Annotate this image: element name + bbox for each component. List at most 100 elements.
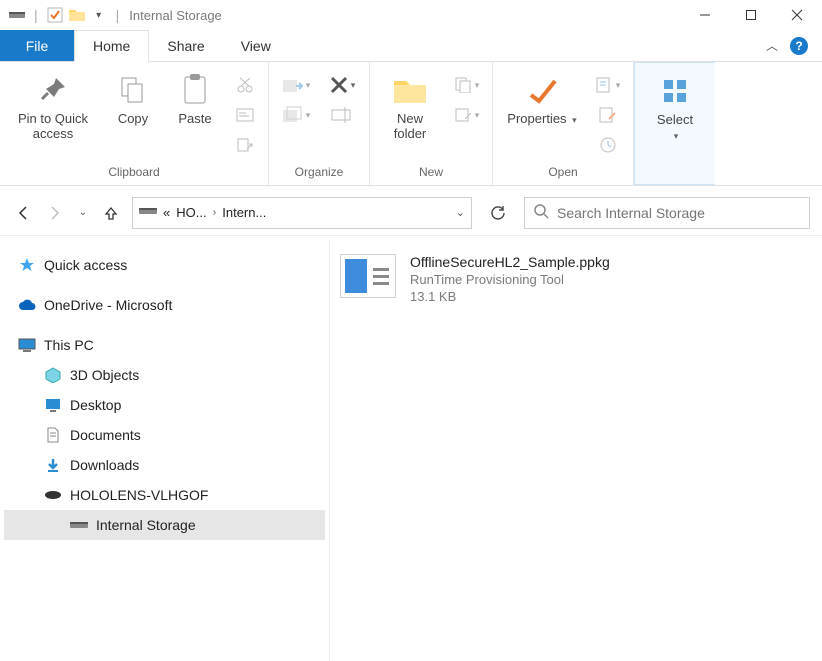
tab-file[interactable]: File: [0, 30, 74, 61]
qat-separator-2: |: [116, 7, 120, 23]
tree-documents-label: Documents: [70, 427, 141, 443]
cloud-icon: [18, 296, 36, 314]
file-type: RunTime Provisioning Tool: [410, 272, 610, 287]
tree-3d-objects[interactable]: 3D Objects: [4, 360, 325, 390]
tree-desktop[interactable]: Desktop: [4, 390, 325, 420]
edit-icon[interactable]: [593, 102, 623, 128]
cut-icon[interactable]: [232, 72, 258, 98]
copy-path-icon[interactable]: [232, 102, 258, 128]
paste-icon: [177, 72, 213, 108]
tree-internal-storage-label: Internal Storage: [96, 517, 196, 533]
file-size: 13.1 KB: [410, 289, 610, 304]
select-button[interactable]: Select▾: [645, 69, 705, 143]
navigation-tree: Quick access OneDrive - Microsoft This P…: [0, 240, 330, 661]
search-input[interactable]: [557, 205, 801, 221]
explorer-body: Quick access OneDrive - Microsoft This P…: [0, 240, 822, 661]
group-organize-label: Organize: [279, 163, 359, 183]
star-icon: [18, 256, 36, 274]
file-item[interactable]: OfflineSecureHL2_Sample.ppkg RunTime Pro…: [340, 254, 812, 304]
delete-icon[interactable]: ▾: [325, 72, 359, 98]
tree-desktop-label: Desktop: [70, 397, 121, 413]
tree-internal-storage[interactable]: Internal Storage: [4, 510, 325, 540]
search-box[interactable]: [524, 197, 810, 229]
copy-icon: [115, 72, 151, 108]
properties-button[interactable]: Properties ▾: [503, 68, 581, 127]
tab-share[interactable]: Share: [149, 30, 222, 61]
breadcrumb-prefix: «: [163, 205, 170, 220]
properties-icon: [524, 72, 560, 108]
group-open: Properties ▾ ▾ Open: [493, 62, 634, 185]
open-with-icon[interactable]: ▾: [593, 72, 623, 98]
cube-icon: [44, 366, 62, 384]
help-icon[interactable]: ?: [790, 37, 808, 55]
nav-up-button[interactable]: [100, 202, 122, 224]
history-icon[interactable]: [593, 132, 623, 158]
easy-access-icon[interactable]: ▾: [452, 102, 482, 128]
tree-quick-access-label: Quick access: [44, 257, 127, 273]
quick-access-toolbar: | ▾ |: [2, 6, 123, 24]
group-select-label: [645, 162, 705, 182]
nav-recent-dropdown[interactable]: ⌄: [76, 202, 90, 224]
paste-shortcut-icon[interactable]: [232, 132, 258, 158]
drive-icon: [8, 6, 26, 24]
tree-quick-access[interactable]: Quick access: [4, 250, 325, 280]
close-button[interactable]: [774, 0, 820, 30]
document-icon: [44, 426, 62, 444]
chevron-right-icon[interactable]: ›: [213, 207, 217, 219]
paste-label: Paste: [178, 112, 211, 127]
nav-forward-button[interactable]: [44, 202, 66, 224]
tab-view[interactable]: View: [223, 30, 289, 61]
tree-downloads[interactable]: Downloads: [4, 450, 325, 480]
new-folder-label: New folder: [380, 112, 440, 142]
navigation-bar: ⌄ « HO... › Intern... ⌄: [0, 190, 822, 236]
drive-small-icon: [139, 205, 157, 220]
tree-onedrive[interactable]: OneDrive - Microsoft: [4, 290, 325, 320]
select-label: Select▾: [657, 113, 693, 143]
rename-icon[interactable]: [325, 102, 359, 128]
tree-hololens-label: HOLOLENS-VLHGOF: [70, 487, 208, 503]
ribbon: Pin to Quick access Copy Paste: [0, 62, 822, 186]
download-arrow-icon: [44, 456, 62, 474]
title-bar: | ▾ | Internal Storage: [0, 0, 822, 30]
tab-home[interactable]: Home: [74, 30, 149, 62]
group-new-label: New: [380, 163, 482, 183]
refresh-button[interactable]: [482, 197, 514, 229]
move-to-icon[interactable]: ▾: [279, 72, 313, 98]
copy-label: Copy: [118, 112, 148, 127]
pin-to-quick-access-button[interactable]: Pin to Quick access: [10, 68, 96, 142]
copy-to-icon[interactable]: ▾: [279, 102, 313, 128]
properties-label: Properties ▾: [507, 112, 576, 127]
new-folder-button[interactable]: New folder: [380, 68, 440, 142]
desktop-icon: [44, 396, 62, 414]
group-clipboard: Pin to Quick access Copy Paste: [0, 62, 269, 185]
paste-button[interactable]: Paste: [170, 68, 220, 127]
nav-back-button[interactable]: [12, 202, 34, 224]
qat-separator: |: [34, 7, 38, 23]
properties-check-icon[interactable]: [46, 6, 64, 24]
window-title: Internal Storage: [129, 8, 222, 23]
tree-3d-objects-label: 3D Objects: [70, 367, 139, 383]
tree-this-pc[interactable]: This PC: [4, 330, 325, 360]
group-clipboard-label: Clipboard: [10, 163, 258, 183]
new-folder-icon: [392, 72, 428, 108]
tree-documents[interactable]: Documents: [4, 420, 325, 450]
tree-hololens[interactable]: HOLOLENS-VLHGOF: [4, 480, 325, 510]
address-bar[interactable]: « HO... › Intern... ⌄: [132, 197, 472, 229]
pin-icon: [35, 72, 71, 108]
ribbon-tabs: File Home Share View ︿ ?: [0, 30, 822, 62]
copy-button[interactable]: Copy: [108, 68, 158, 127]
collapse-ribbon-icon[interactable]: ︿: [766, 37, 778, 54]
group-organize: ▾ ▾ ▾ Organize: [269, 62, 370, 185]
breadcrumb-2[interactable]: Intern...: [222, 205, 266, 220]
group-open-label: Open: [503, 163, 623, 183]
qat-dropdown-icon[interactable]: ▾: [90, 6, 108, 24]
maximize-button[interactable]: [728, 0, 774, 30]
address-dropdown-icon[interactable]: ⌄: [456, 206, 465, 219]
select-icon: [657, 73, 693, 109]
file-name: OfflineSecureHL2_Sample.ppkg: [410, 254, 610, 270]
breadcrumb-1[interactable]: HO...: [176, 205, 206, 220]
folder-icon[interactable]: [68, 6, 86, 24]
pc-icon: [18, 336, 36, 354]
minimize-button[interactable]: [682, 0, 728, 30]
new-item-icon[interactable]: ▾: [452, 72, 482, 98]
